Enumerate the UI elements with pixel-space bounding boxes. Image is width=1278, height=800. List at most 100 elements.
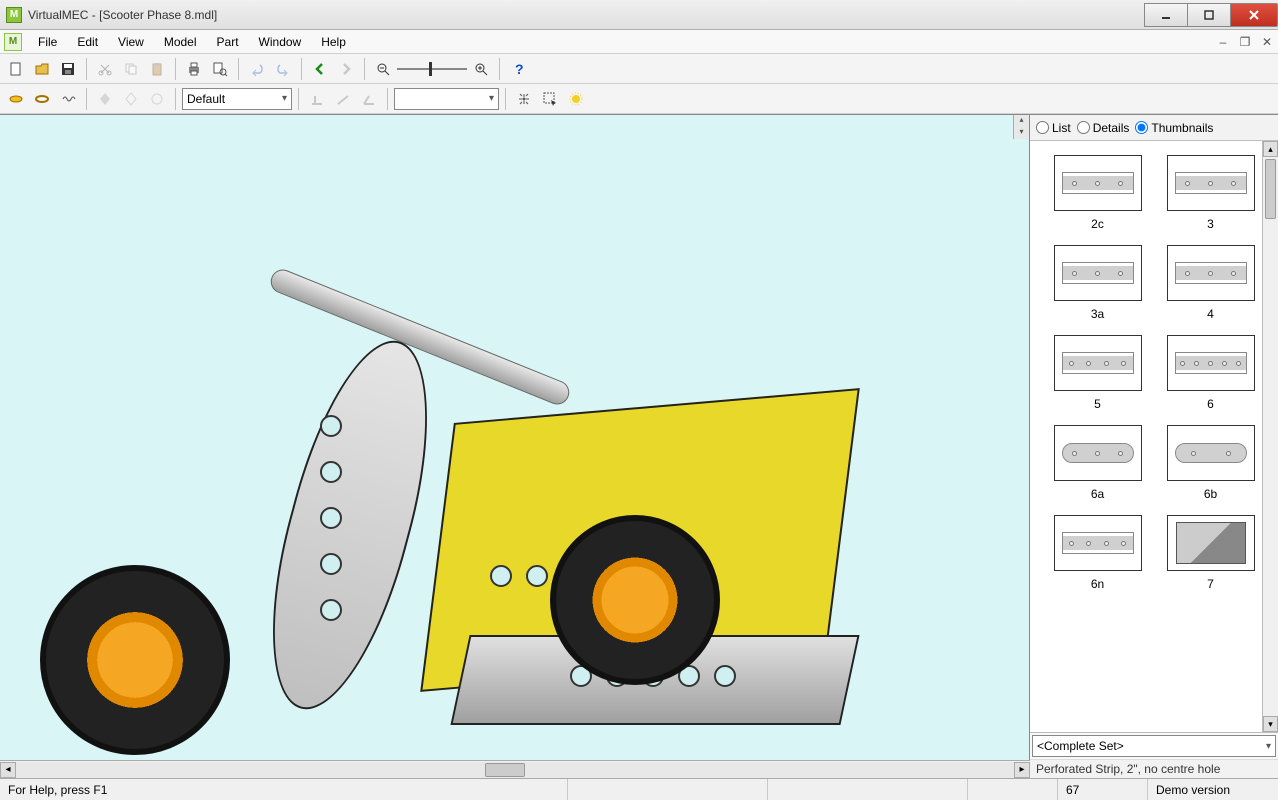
viewport-hscroll[interactable]: ◂ ▸: [0, 760, 1030, 778]
print-button[interactable]: [182, 57, 206, 81]
panel-bottom: <Complete Set> Perforated Strip, 2", no …: [1030, 732, 1278, 778]
color-combo[interactable]: [394, 88, 499, 110]
parts-grid: 2c 3 3a 4 5 66a 6b 6n 7: [1030, 141, 1278, 591]
view-details-radio[interactable]: Details: [1077, 121, 1130, 135]
zoom-slider[interactable]: [397, 62, 467, 76]
part-label: 3a: [1091, 307, 1104, 321]
zoom-in-button[interactable]: [469, 57, 493, 81]
mdi-restore-button[interactable]: ❐: [1236, 34, 1254, 50]
paste-button[interactable]: [145, 57, 169, 81]
washer-tool-button[interactable]: [30, 87, 54, 111]
app-icon: M: [6, 7, 22, 23]
forward-button[interactable]: [334, 57, 358, 81]
maximize-button[interactable]: [1187, 3, 1231, 27]
part-item[interactable]: 6a: [1046, 425, 1149, 501]
part-label: 7: [1207, 577, 1214, 591]
part-thumb: [1054, 335, 1142, 391]
select-tool-button[interactable]: [538, 87, 562, 111]
align2-button[interactable]: [331, 87, 355, 111]
hscroll-right-arrow[interactable]: ▸: [1014, 762, 1030, 778]
diamond2-button[interactable]: [119, 87, 143, 111]
part-thumb: [1167, 515, 1255, 571]
menu-window[interactable]: Window: [249, 32, 312, 52]
part-thumb: [1054, 515, 1142, 571]
nut-tool-button[interactable]: [4, 87, 28, 111]
parts-scroll-up[interactable]: ▴: [1263, 141, 1278, 157]
part-item[interactable]: 6b: [1159, 425, 1262, 501]
zoom-out-button[interactable]: [371, 57, 395, 81]
part-description: Perforated Strip, 2", no centre hole: [1030, 759, 1278, 778]
view-mode-radios: List Details Thumbnails: [1030, 115, 1278, 141]
part-thumb: [1054, 155, 1142, 211]
save-button[interactable]: [56, 57, 80, 81]
mdi-minimize-button[interactable]: ‒: [1214, 34, 1232, 50]
part-item[interactable]: 2c: [1046, 155, 1149, 231]
align3-button[interactable]: [357, 87, 381, 111]
part-item[interactable]: 6n: [1046, 515, 1149, 591]
viewport-3d[interactable]: ▴▾: [0, 115, 1030, 760]
menubar: M File Edit View Model Part Window Help …: [0, 30, 1278, 54]
open-button[interactable]: [30, 57, 54, 81]
part-label: 3: [1207, 217, 1214, 231]
part-item[interactable]: 6: [1159, 335, 1262, 411]
minimize-button[interactable]: [1144, 3, 1188, 27]
status-cell-1: [568, 779, 768, 800]
parts-scroll-down[interactable]: ▾: [1263, 716, 1278, 732]
status-count: 67: [1058, 779, 1148, 800]
menu-edit[interactable]: Edit: [67, 32, 108, 52]
menu-file[interactable]: File: [28, 32, 67, 52]
parts-panel: List Details Thumbnails 2c33a4566a6b6n7 …: [1030, 115, 1278, 778]
part-item[interactable]: 5: [1046, 335, 1149, 411]
app-menu-icon[interactable]: M: [4, 33, 22, 51]
status-cell-2: [768, 779, 968, 800]
part-item[interactable]: 7: [1159, 515, 1262, 591]
menu-view[interactable]: View: [108, 32, 154, 52]
part-thumb: [1167, 425, 1255, 481]
status-mode: Demo version: [1148, 779, 1278, 800]
cut-button[interactable]: [93, 57, 117, 81]
undo-button[interactable]: [245, 57, 269, 81]
titlebar: M VirtualMEC - [Scooter Phase 8.mdl]: [0, 0, 1278, 30]
menu-model[interactable]: Model: [154, 32, 207, 52]
part-thumb: [1054, 425, 1142, 481]
diamond1-button[interactable]: [93, 87, 117, 111]
align1-button[interactable]: [305, 87, 329, 111]
part-item[interactable]: 4: [1159, 245, 1262, 321]
style-combo[interactable]: Default: [182, 88, 292, 110]
toolbar-main: ?: [0, 54, 1278, 84]
highlight-tool-button[interactable]: [564, 87, 588, 111]
print-preview-button[interactable]: [208, 57, 232, 81]
new-button[interactable]: [4, 57, 28, 81]
redo-button[interactable]: [271, 57, 295, 81]
statusbar: For Help, press F1 67 Demo version: [0, 778, 1278, 800]
main-area: ▴▾ ◂ ▸ List Details Th: [0, 114, 1278, 778]
part-thumb: [1167, 335, 1255, 391]
style-combo-value: Default: [187, 92, 225, 106]
view-list-radio[interactable]: List: [1036, 121, 1071, 135]
pan-tool-button[interactable]: [512, 87, 536, 111]
parts-vscroll[interactable]: ▴ ▾: [1262, 141, 1278, 732]
close-button[interactable]: [1230, 3, 1278, 27]
part-thumb: [1167, 155, 1255, 211]
toolbar-parts: Default: [0, 84, 1278, 114]
part-label: 4: [1207, 307, 1214, 321]
part-item[interactable]: 3: [1159, 155, 1262, 231]
help-button[interactable]: ?: [506, 57, 530, 81]
hscroll-left-arrow[interactable]: ◂: [0, 762, 16, 778]
menu-help[interactable]: Help: [311, 32, 356, 52]
part-item[interactable]: 3a: [1046, 245, 1149, 321]
status-cell-3: [968, 779, 1058, 800]
menu-part[interactable]: Part: [207, 32, 249, 52]
back-button[interactable]: [308, 57, 332, 81]
window-title: VirtualMEC - [Scooter Phase 8.mdl]: [28, 8, 217, 22]
view-thumbnails-radio[interactable]: Thumbnails: [1135, 121, 1213, 135]
part-label: 6b: [1204, 487, 1217, 501]
part-thumb: [1167, 245, 1255, 301]
viewport-vscroll[interactable]: ▴▾: [1013, 115, 1029, 139]
copy-button[interactable]: [119, 57, 143, 81]
set-combo[interactable]: <Complete Set>: [1032, 735, 1276, 757]
part-label: 5: [1094, 397, 1101, 411]
spring-tool-button[interactable]: [56, 87, 80, 111]
circle-tool-button[interactable]: [145, 87, 169, 111]
mdi-close-button[interactable]: ✕: [1258, 34, 1276, 50]
